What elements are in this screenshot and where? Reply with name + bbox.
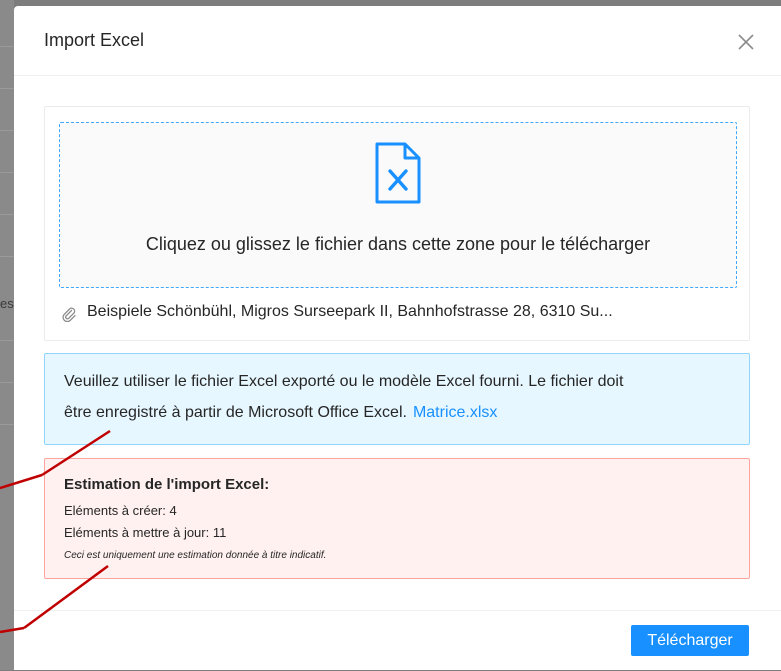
upload-card: Cliquez ou glissez le fichier dans cette… xyxy=(44,106,750,341)
info-text-line-1: Veuillez utiliser le fichier Excel expor… xyxy=(64,373,624,390)
modal-footer: Télécharger xyxy=(14,610,781,671)
modal-header: Import Excel xyxy=(14,6,781,76)
background-row-divider xyxy=(0,130,14,131)
estimate-disclaimer: Ceci est uniquement une estimation donné… xyxy=(64,550,327,561)
dropzone-hint: Cliquez ou glissez le fichier dans cette… xyxy=(145,234,651,254)
paperclip-icon xyxy=(62,307,76,322)
background-row-divider xyxy=(0,214,14,215)
background-row-divider xyxy=(0,46,14,47)
close-icon xyxy=(738,34,754,50)
import-excel-modal: Import Excel Cliquez ou glissez le fichi… xyxy=(14,6,781,670)
estimate-update-count: Eléments à mettre à jour: 11 xyxy=(64,525,227,540)
background-row-divider xyxy=(0,382,14,383)
modal-title: Import Excel xyxy=(44,30,145,50)
estimate-title: Estimation de l'import Excel: xyxy=(64,476,270,493)
estimate-alert: Estimation de l'import Excel: Eléments à… xyxy=(44,458,750,579)
background-row-divider xyxy=(0,256,14,257)
template-download-link[interactable]: Matrice.xlsx xyxy=(413,404,497,421)
uploaded-file-name: Beispiele Schönbühl, Migros Surseepark I… xyxy=(87,303,613,320)
info-alert: Veuillez utiliser le fichier Excel expor… xyxy=(44,353,750,445)
upload-button[interactable]: Télécharger xyxy=(631,625,749,656)
close-button[interactable] xyxy=(732,28,760,56)
background-app xyxy=(0,0,14,670)
background-text: es xyxy=(0,296,14,311)
background-row-divider xyxy=(0,172,14,173)
info-text-line-2: être enregistré à partir de Microsoft Of… xyxy=(64,404,497,422)
upload-dropzone[interactable]: Cliquez ou glissez le fichier dans cette… xyxy=(59,122,737,288)
background-row-divider xyxy=(0,88,14,89)
estimate-create-count: Eléments à créer: 4 xyxy=(64,503,177,518)
uploaded-file-item[interactable]: Beispiele Schönbühl, Migros Surseepark I… xyxy=(61,303,741,325)
background-row-divider xyxy=(0,424,14,425)
background-row-divider xyxy=(0,340,14,341)
excel-file-icon xyxy=(375,142,421,204)
info-text-line-2-text: être enregistré à partir de Microsoft Of… xyxy=(64,404,407,421)
